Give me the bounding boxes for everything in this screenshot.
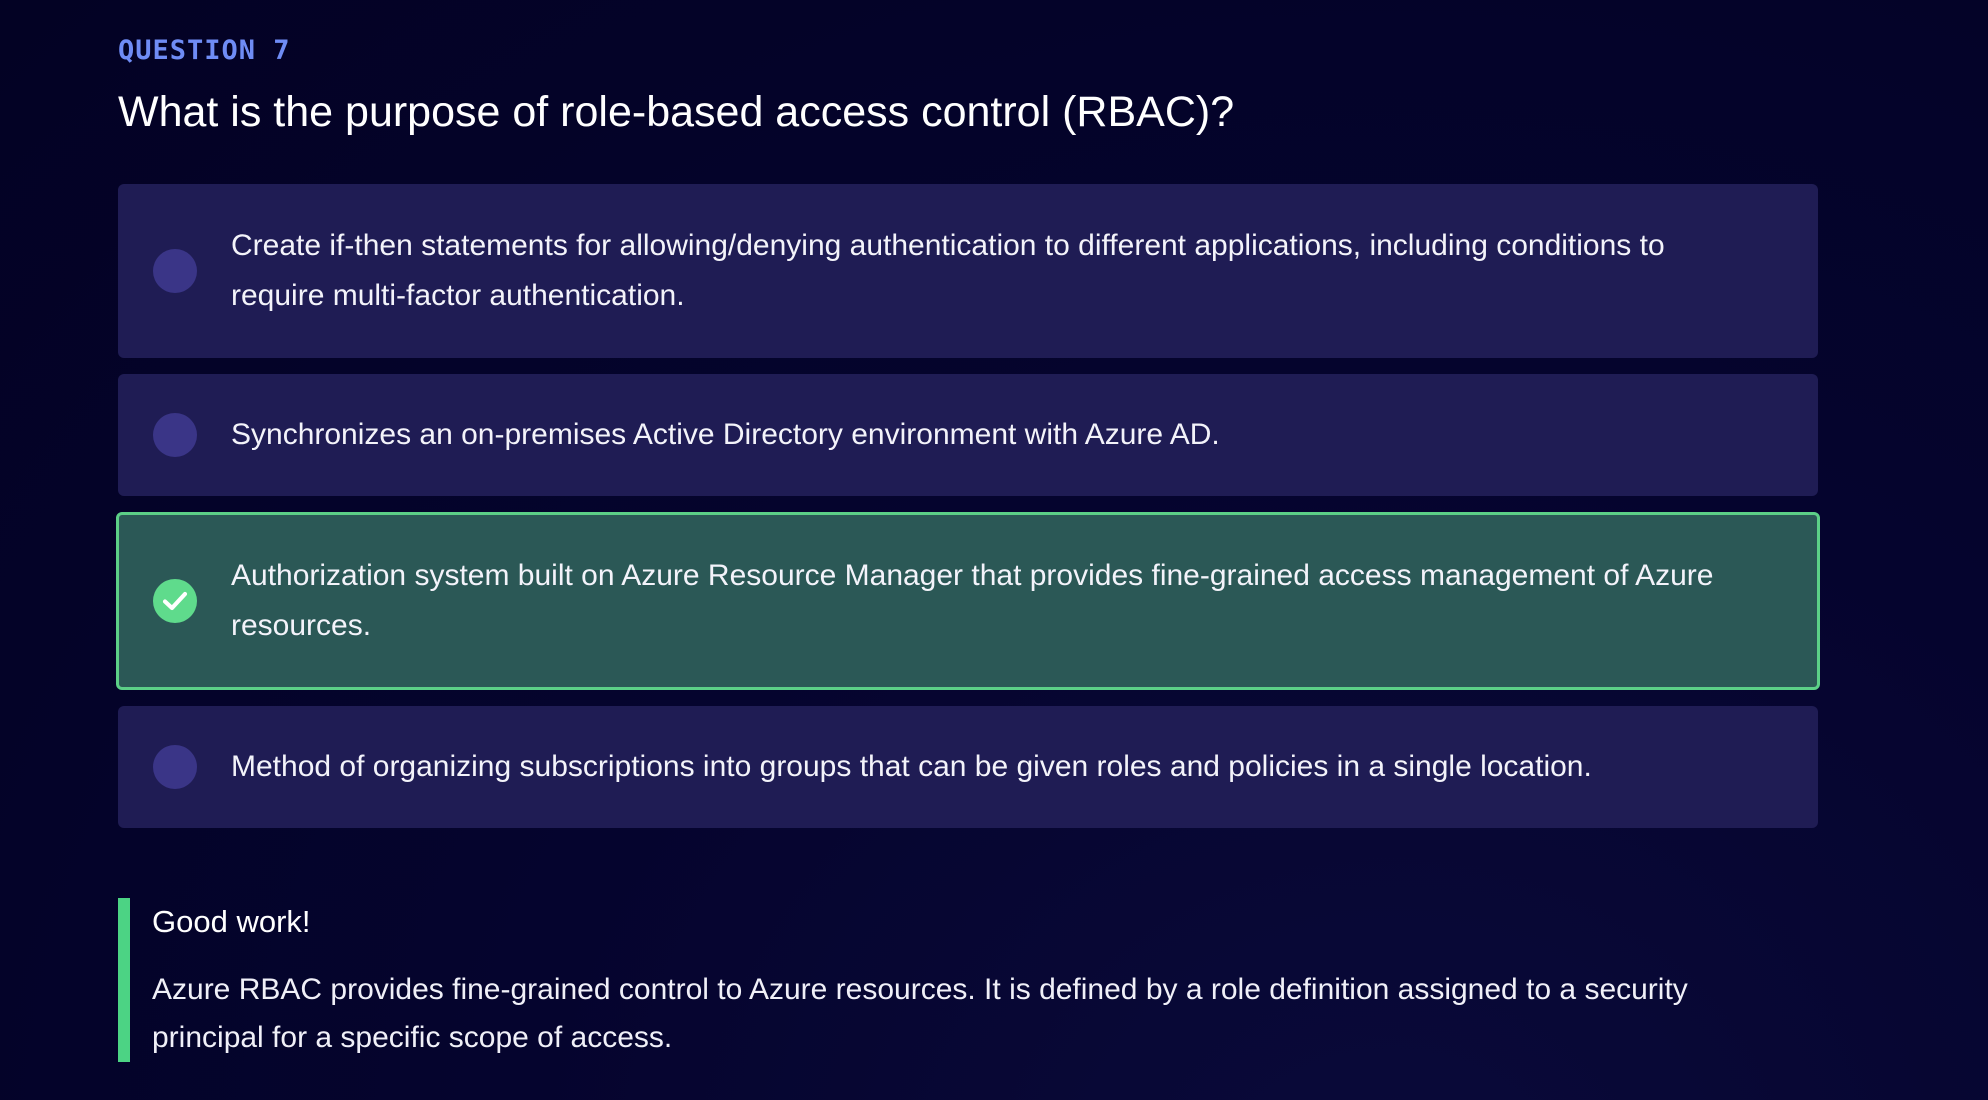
question-number-label: QUESTION 7 — [118, 35, 291, 66]
question-text: What is the purpose of role-based access… — [118, 88, 1235, 136]
answer-option-text: Authorization system built on Azure Reso… — [231, 559, 1714, 642]
check-circle-icon[interactable] — [153, 579, 197, 623]
answer-options: Create if-then statements for allowing/d… — [116, 184, 1820, 828]
radio-icon[interactable] — [153, 413, 197, 457]
answer-option-4[interactable]: Method of organizing subscriptions into … — [118, 706, 1818, 828]
radio-icon[interactable] — [153, 745, 197, 789]
quiz-container: QUESTION 7 What is the purpose of role-b… — [116, 0, 1820, 1062]
radio-icon[interactable] — [153, 249, 197, 293]
answer-option-text: Method of organizing subscriptions into … — [231, 750, 1592, 783]
answer-option-2[interactable]: Synchronizes an on-premises Active Direc… — [118, 374, 1818, 496]
answer-option-3-correct[interactable]: Authorization system built on Azure Reso… — [116, 512, 1820, 690]
answer-option-1[interactable]: Create if-then statements for allowing/d… — [118, 184, 1818, 358]
feedback-title: Good work! — [152, 904, 311, 939]
feedback-panel: Good work! Azure RBAC provides fine-grai… — [118, 898, 1758, 1062]
answer-option-text: Synchronizes an on-premises Active Direc… — [231, 418, 1220, 451]
answer-option-text: Create if-then statements for allowing/d… — [231, 229, 1665, 312]
feedback-explanation: Azure RBAC provides fine-grained control… — [152, 973, 1688, 1054]
